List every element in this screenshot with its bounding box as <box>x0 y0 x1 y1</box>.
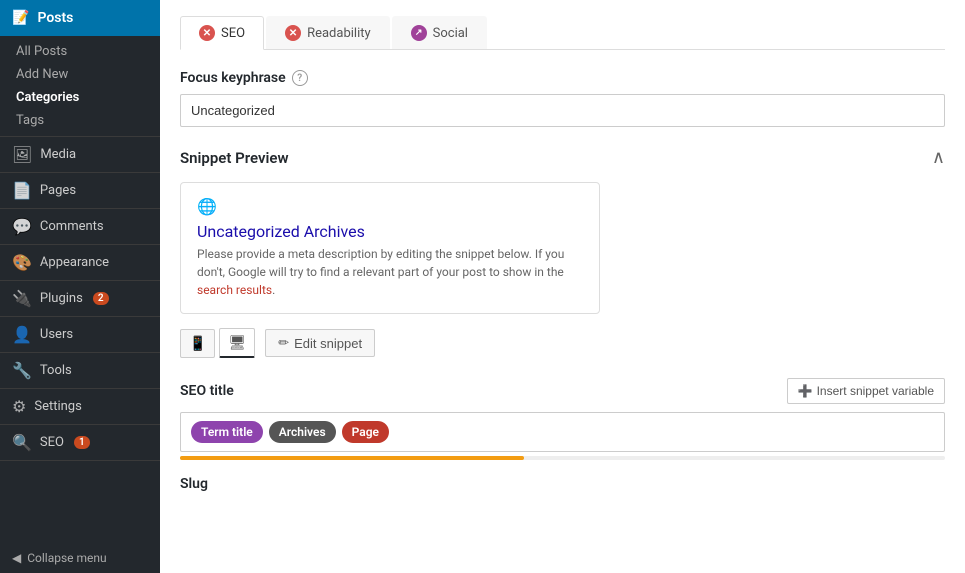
sidebar-item-plugins-label: Plugins <box>40 291 83 306</box>
page-tag[interactable]: Page <box>342 421 389 443</box>
seo-title-section: SEO title ➕ Insert snippet variable Term… <box>180 378 945 460</box>
sidebar-item-pages[interactable]: 📄 Pages <box>0 173 160 209</box>
plugins-badge: 2 <box>93 292 109 305</box>
collapse-icon: ◀ <box>12 551 21 565</box>
comments-icon: 💬 <box>12 217 32 236</box>
tab-bar: ✕ SEO ✕ Readability ↗ Social <box>180 16 945 50</box>
tab-social[interactable]: ↗ Social <box>392 16 487 49</box>
edit-snippet-label: Edit snippet <box>294 336 362 351</box>
sidebar-header[interactable]: 📝 Posts <box>0 0 160 36</box>
edit-snippet-button[interactable]: ✏ Edit snippet <box>265 329 375 357</box>
users-icon: 👤 <box>12 325 32 344</box>
focus-keyphrase-text: Focus keyphrase <box>180 70 286 86</box>
collapse-label: Collapse menu <box>27 551 106 565</box>
plus-icon: ➕ <box>798 384 813 398</box>
snippet-title[interactable]: Uncategorized Archives <box>197 222 583 241</box>
sidebar-item-seo[interactable]: 🔍 SEO 1 <box>0 425 160 461</box>
posts-icon: 📝 <box>12 10 29 26</box>
sidebar-item-tags[interactable]: Tags <box>0 109 160 132</box>
seo-title-label: SEO title <box>180 383 234 399</box>
tab-seo-label: SEO <box>221 26 245 41</box>
seo-tab-icon: ✕ <box>199 25 215 41</box>
sidebar-item-categories[interactable]: Categories <box>0 86 160 109</box>
tab-readability[interactable]: ✕ Readability <box>266 16 390 49</box>
seo-title-progress-bar <box>180 456 524 460</box>
sidebar-item-pages-label: Pages <box>40 183 76 198</box>
collapse-menu-button[interactable]: ◀ Collapse menu <box>0 543 160 573</box>
pencil-icon: ✏ <box>278 335 289 351</box>
sidebar-item-tools-label: Tools <box>40 363 72 378</box>
sidebar-arrow-icon <box>138 10 148 26</box>
sidebar-header-label: Posts <box>37 10 73 26</box>
sidebar-item-appearance[interactable]: 🎨 Appearance <box>0 245 160 281</box>
sidebar: 📝 Posts All Posts Add New Categories Tag… <box>0 0 160 573</box>
sidebar-item-plugins[interactable]: 🔌 Plugins 2 <box>0 281 160 317</box>
sidebar-item-users[interactable]: 👤 Users <box>0 317 160 353</box>
sidebar-sub-menu: All Posts Add New Categories Tags <box>0 36 160 137</box>
tools-icon: 🔧 <box>12 361 32 380</box>
seo-badge: 1 <box>74 436 90 449</box>
sidebar-item-users-label: Users <box>40 327 73 342</box>
seo-icon: 🔍 <box>12 433 32 452</box>
sidebar-item-settings-label: Settings <box>34 399 81 414</box>
slug-section: Slug <box>180 476 945 492</box>
tab-readability-label: Readability <box>307 26 371 41</box>
focus-keyphrase-help-icon[interactable]: ? <box>292 70 308 86</box>
snippet-desc-highlight: search results <box>197 283 272 297</box>
focus-keyphrase-label: Focus keyphrase ? <box>180 70 945 86</box>
mobile-view-button[interactable]: 📱 <box>180 329 215 358</box>
snippet-desc-before: Please provide a meta description by edi… <box>197 247 564 279</box>
tab-social-label: Social <box>433 26 468 41</box>
pages-icon: 📄 <box>12 181 32 200</box>
sidebar-item-tools[interactable]: 🔧 Tools <box>0 353 160 389</box>
snippet-preview-header: Snippet Preview ∧ <box>180 147 945 168</box>
snippet-card: 🌐 Uncategorized Archives Please provide … <box>180 182 600 314</box>
term-title-tag[interactable]: Term title <box>191 421 263 443</box>
sidebar-item-add-new[interactable]: Add New <box>0 63 160 86</box>
sidebar-item-media-label: Media <box>40 147 76 162</box>
slug-label: Slug <box>180 476 208 492</box>
snippet-preview-title: Snippet Preview <box>180 149 289 167</box>
social-tab-icon: ↗ <box>411 25 427 41</box>
sidebar-item-settings[interactable]: ⚙ Settings <box>0 389 160 425</box>
media-icon: 🖼 <box>12 145 32 164</box>
tab-seo[interactable]: ✕ SEO <box>180 16 264 50</box>
snippet-preview-collapse-button[interactable]: ∧ <box>932 147 945 168</box>
sidebar-item-all-posts[interactable]: All Posts <box>0 40 160 63</box>
sidebar-item-comments-label: Comments <box>40 219 104 234</box>
globe-icon: 🌐 <box>197 197 583 216</box>
snippet-desc-after: . <box>272 283 275 297</box>
settings-icon: ⚙ <box>12 397 26 416</box>
snippet-description: Please provide a meta description by edi… <box>197 245 583 299</box>
appearance-icon: 🎨 <box>12 253 32 272</box>
readability-tab-icon: ✕ <box>285 25 301 41</box>
sidebar-item-appearance-label: Appearance <box>40 255 109 270</box>
desktop-view-button[interactable]: 🖥 <box>219 328 255 358</box>
insert-snippet-variable-button[interactable]: ➕ Insert snippet variable <box>787 378 945 404</box>
seo-title-progress-container <box>180 456 945 460</box>
sidebar-item-media[interactable]: 🖼 Media <box>0 137 160 173</box>
main-content: ✕ SEO ✕ Readability ↗ Social Focus keyph… <box>160 0 965 573</box>
seo-title-tags-container[interactable]: Term title Archives Page <box>180 412 945 452</box>
insert-variable-label: Insert snippet variable <box>817 384 934 398</box>
snippet-controls: 📱 🖥 ✏ Edit snippet <box>180 328 945 358</box>
plugins-icon: 🔌 <box>12 289 32 308</box>
sidebar-item-seo-label: SEO <box>40 435 64 450</box>
focus-keyphrase-input[interactable] <box>180 94 945 127</box>
seo-title-header: SEO title ➕ Insert snippet variable <box>180 378 945 404</box>
archives-tag[interactable]: Archives <box>269 421 336 443</box>
sidebar-item-comments[interactable]: 💬 Comments <box>0 209 160 245</box>
